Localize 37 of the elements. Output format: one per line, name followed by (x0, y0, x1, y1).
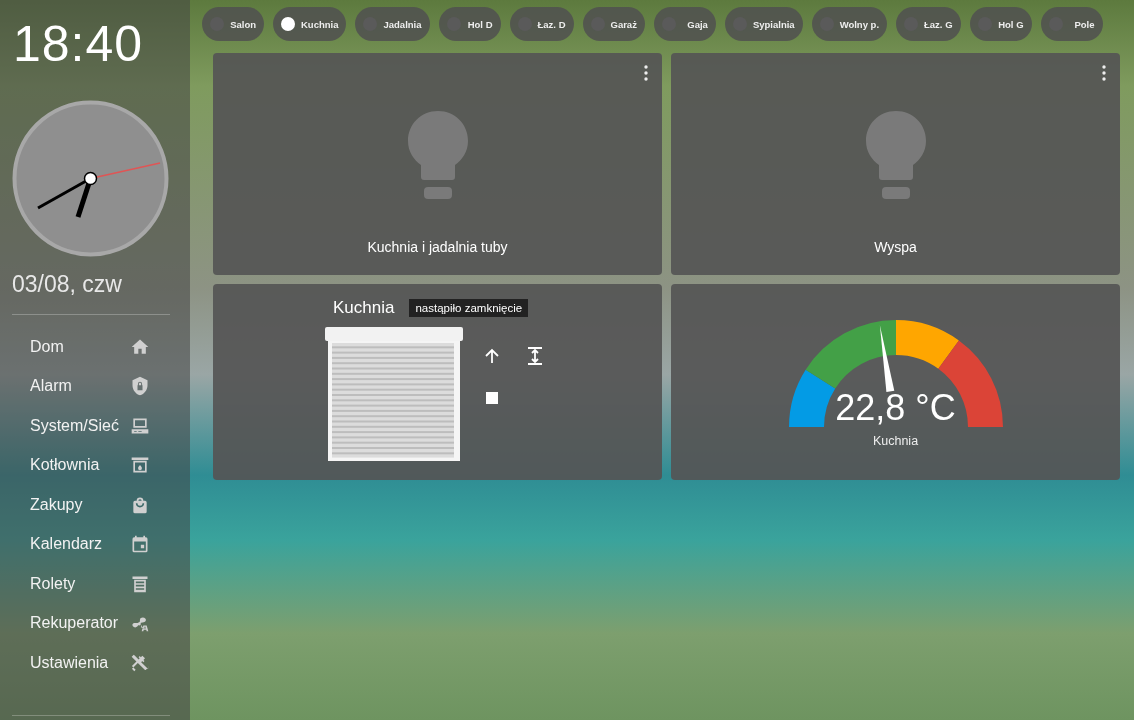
light-name: Wyspa (874, 239, 917, 255)
nav-item[interactable]: Rolety (30, 574, 76, 593)
nav-item[interactable]: Ustawienia (30, 653, 109, 672)
nav-item[interactable]: Dom (30, 337, 64, 356)
nav-icon (130, 652, 150, 673)
nav-icon (130, 534, 150, 555)
room-chip[interactable]: Salon (202, 7, 264, 41)
vertical-arrows-icon[interactable] (527, 347, 543, 365)
nav-item[interactable]: Kotłownia (30, 456, 100, 475)
room-chip[interactable]: Hol G (969, 7, 1032, 41)
clock-time: 18:40 (13, 15, 145, 74)
room-chip[interactable]: Łaz. D (509, 7, 574, 41)
light-name: Kuchnia i jadalnia tuby (367, 239, 508, 255)
more-icon[interactable] (644, 65, 648, 81)
arrow-up-icon[interactable] (484, 348, 500, 364)
nav-item[interactable]: Rekuperator (30, 614, 119, 633)
room-chip[interactable]: Kuchnia (273, 7, 347, 41)
nav-item[interactable]: System/Sieć (30, 416, 119, 435)
more-icon[interactable] (1102, 65, 1106, 81)
nav-icon (130, 455, 150, 476)
room-chip[interactable]: Wolny p. (811, 7, 888, 41)
cover-title: Kuchnia (333, 298, 395, 318)
room-chip[interactable]: Garaż (582, 7, 645, 41)
room-chip[interactable]: Jadalnia (355, 7, 430, 41)
room-chip[interactable]: Sypialnia (724, 7, 803, 41)
room-chip[interactable]: Pole (1040, 7, 1103, 41)
temperature-reading: 22,8 °C (834, 388, 957, 428)
nav-icon (130, 376, 150, 397)
room-chip[interactable]: Łaz. G (896, 7, 961, 41)
cover-status: nastąpiło zamknięcie (409, 299, 529, 317)
nav-item[interactable]: Zakupy (30, 495, 83, 514)
date-text: 03/08, czw (12, 271, 123, 298)
nav-item[interactable]: Kalendarz (30, 535, 103, 554)
room-chip[interactable]: Hol D (438, 7, 501, 41)
nav-item[interactable]: Alarm (30, 377, 72, 396)
sensor-name: Kuchnia (872, 434, 919, 448)
room-chip[interactable]: Gaja (653, 7, 716, 41)
